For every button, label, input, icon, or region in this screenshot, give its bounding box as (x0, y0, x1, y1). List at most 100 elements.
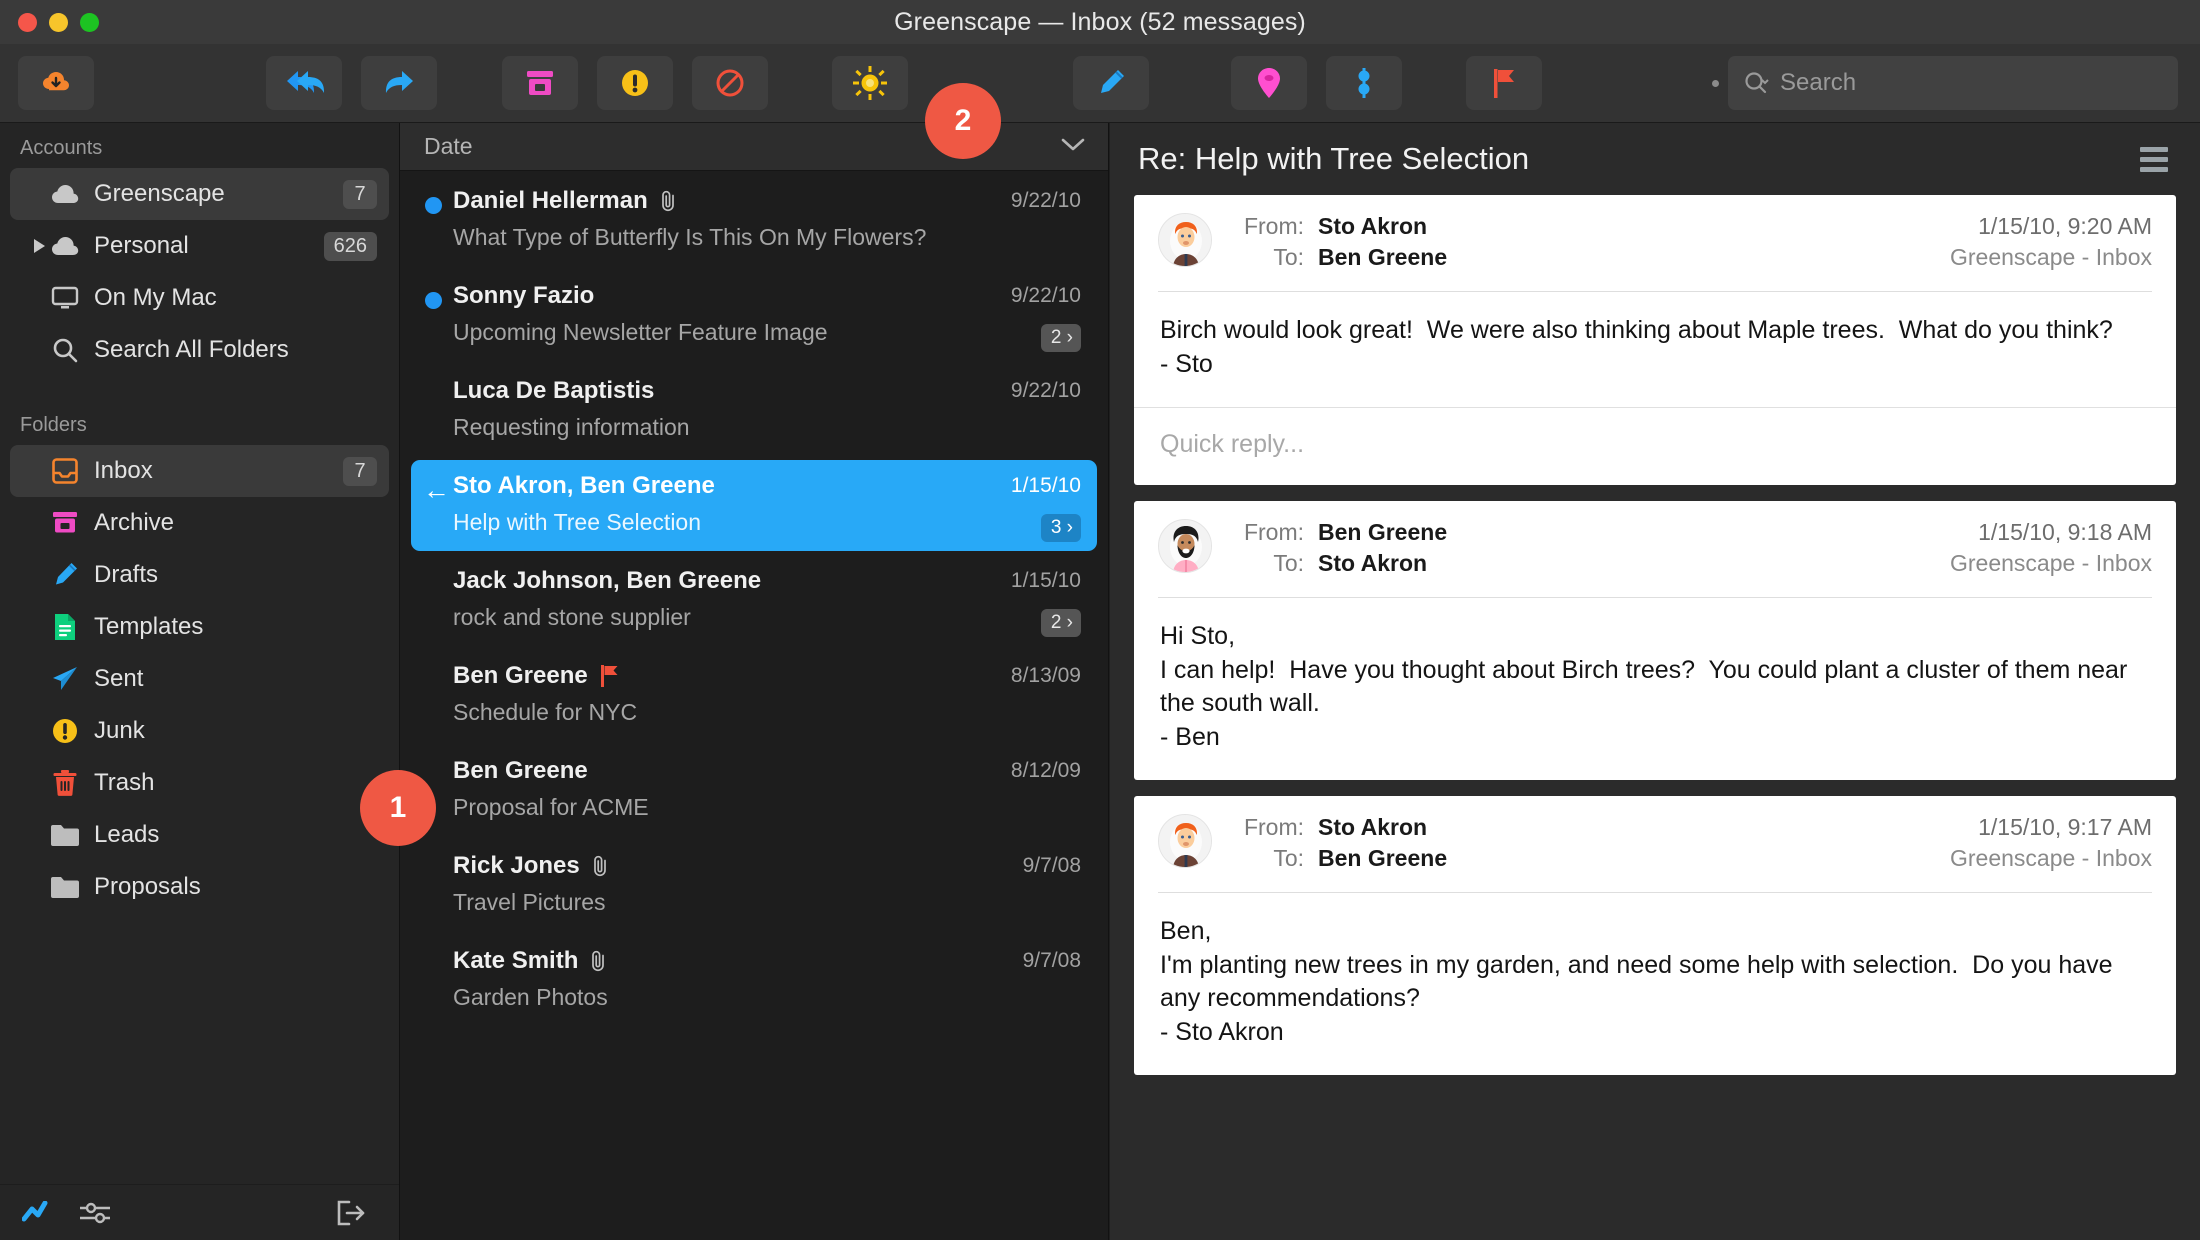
message-card[interactable]: From: Ben Greene To: Sto Akron 1/15/10, … (1134, 501, 2176, 780)
message-card[interactable]: From: Sto Akron To: Ben Greene 1/15/10, … (1134, 796, 2176, 1075)
message-timestamp: 1/15/10, 9:17 AM (1978, 814, 2152, 840)
message-sender: Kate Smith (453, 947, 579, 974)
accounts-section-title: Accounts (20, 137, 103, 159)
from-to-block: From: Ben Greene To: Sto Akron (1230, 519, 1950, 581)
get-mail-button[interactable] (18, 56, 94, 110)
reply-all-button[interactable] (266, 56, 342, 110)
sidebar-folder-inbox[interactable]: Inbox 7 (10, 445, 389, 497)
flag-button[interactable] (1466, 56, 1542, 110)
quick-reply-placeholder: Quick reply... (1160, 430, 1305, 458)
search-placeholder: Search (1780, 69, 1857, 96)
reply-all-icon (287, 71, 324, 93)
recipient-name: Sto Akron (1318, 550, 1428, 576)
sidebar-item-label: Inbox (94, 457, 153, 484)
thread-count: 2 (1050, 327, 1062, 348)
hamburger-menu-icon[interactable] (2140, 146, 2168, 172)
window-title: Greenscape — Inbox (52 messages) (894, 7, 1306, 36)
search-icon (1745, 72, 1769, 94)
unread-badge: 7 (343, 179, 377, 209)
message-card-header: From: Sto Akron To: Ben Greene 1/15/10, … (1134, 796, 2176, 888)
message-date: 9/22/10 (1010, 189, 1081, 212)
message-subject: Travel Pictures (453, 889, 606, 915)
sidebar-account-greenscape[interactable]: Greenscape 7 (10, 168, 389, 220)
pin-button[interactable] (1231, 56, 1307, 110)
message-list-sort-header[interactable]: Date (400, 123, 1108, 171)
sidebar-item-label: Greenscape (94, 180, 225, 207)
chevron-right-icon[interactable] (34, 239, 45, 253)
search-field[interactable]: Search (1728, 56, 2178, 110)
sidebar-item-label: Leads (94, 821, 160, 848)
avatar (1158, 814, 1212, 868)
sliders-icon[interactable] (78, 1201, 112, 1225)
sidebar-folder-drafts[interactable]: Drafts (10, 549, 389, 601)
paper-plane-icon (48, 664, 82, 694)
sidebar-folder-junk[interactable]: Junk (10, 705, 389, 757)
activity-chart-icon[interactable] (22, 1200, 56, 1225)
table-row[interactable]: Ben Greene Schedule for NYC 8/13/09 (411, 650, 1097, 741)
message-timestamp: 1/15/10, 9:20 AM (1978, 213, 2152, 239)
sidebar-folder-leads[interactable]: Leads (10, 809, 389, 861)
folder-icon (48, 872, 82, 902)
sidebar-footer (0, 1184, 399, 1240)
sidebar-folder-archive[interactable]: Archive (10, 497, 389, 549)
junk-button[interactable] (597, 56, 673, 110)
block-button[interactable] (692, 56, 768, 110)
quick-reply-input[interactable]: Quick reply... (1134, 407, 2176, 485)
forward-button[interactable] (361, 56, 437, 110)
table-row-selected[interactable]: ← Sto Akron, Ben Greene Help with Tree S… (411, 460, 1097, 551)
message-meta: 1/15/10, 9:17 AM Greenscape - Inbox (1950, 814, 2152, 876)
message-date: 1/15/10 (1010, 474, 1081, 497)
thread-count: 3 (1050, 517, 1062, 538)
message-body: Ben, I'm planting new trees in my garden… (1160, 917, 2113, 1046)
sidebar-folder-templates[interactable]: Templates (10, 601, 389, 653)
sidebar-account-personal[interactable]: Personal 626 (10, 220, 389, 272)
sidebar-account-on-my-mac[interactable]: On My Mac (10, 272, 389, 324)
message-meta: 1/15/10, 9:20 AM Greenscape - Inbox (1950, 213, 2152, 275)
message-date: 9/22/10 (1010, 284, 1081, 307)
thread-count-badge[interactable]: 2 › (1040, 609, 1081, 637)
from-label: From: (1243, 814, 1304, 840)
message-date: 8/12/09 (1010, 759, 1081, 782)
search-icon (48, 335, 82, 365)
message-date: 1/15/10 (1010, 569, 1081, 592)
sidebar-item-label: Templates (94, 613, 204, 640)
chevron-down-icon[interactable] (1060, 136, 1086, 157)
annotation-label: 1 (389, 791, 407, 824)
sidebar-item-label: Sent (94, 665, 144, 692)
message-date: 9/22/10 (1010, 379, 1081, 402)
message-card[interactable]: From: Sto Akron To: Ben Greene 1/15/10, … (1134, 195, 2176, 407)
table-row[interactable]: Sonny Fazio Upcoming Newsletter Feature … (411, 270, 1097, 361)
table-row[interactable]: Daniel Hellerman What Type of Butterfly … (411, 175, 1097, 266)
from-to-block: From: Sto Akron To: Ben Greene (1230, 814, 1950, 876)
search-status-dot (1712, 80, 1719, 87)
sign-out-icon[interactable] (335, 1199, 367, 1227)
compose-button[interactable] (1073, 56, 1149, 110)
table-row[interactable]: Luca De Baptistis Requesting information… (411, 365, 1097, 456)
thread-count-badge[interactable]: 2 › (1040, 324, 1081, 352)
monitor-icon (48, 283, 82, 313)
sidebar-folder-trash[interactable]: Trash (10, 757, 389, 809)
filter-button[interactable] (1326, 56, 1402, 110)
table-row[interactable]: Kate Smith Garden Photos 9/7/08 (411, 935, 1097, 1026)
annotation-label: 2 (954, 104, 972, 137)
archive-button[interactable] (502, 56, 578, 110)
paperclip-icon (588, 950, 608, 972)
sidebar-search-all-folders[interactable]: Search All Folders (10, 324, 389, 376)
sort-field-label: Date (424, 133, 473, 159)
sidebar-folder-sent[interactable]: Sent (10, 653, 389, 705)
exclamation-circle-icon (622, 70, 648, 96)
table-row[interactable]: Ben Greene Proposal for ACME 8/12/09 (411, 745, 1097, 836)
table-row[interactable]: Jack Johnson, Ben Greene rock and stone … (411, 555, 1097, 646)
mark-read-button[interactable] (832, 56, 908, 110)
paperclip-icon (590, 855, 610, 877)
block-circle-icon (716, 69, 744, 97)
thread-count-badge[interactable]: 3 › (1040, 514, 1081, 542)
message-date: 8/13/09 (1010, 664, 1081, 687)
message-folder: Greenscape - Inbox (1949, 550, 2152, 576)
avatar (1158, 519, 1212, 573)
message-meta: 1/15/10, 9:18 AM Greenscape - Inbox (1950, 519, 2152, 581)
sidebar-folder-proposals[interactable]: Proposals (10, 861, 389, 913)
sidebar: Accounts Greenscape 7 Personal 626 On My… (0, 123, 399, 1240)
table-row[interactable]: Rick Jones Travel Pictures 9/7/08 (411, 840, 1097, 931)
main-toolbar: Search (0, 44, 2200, 123)
